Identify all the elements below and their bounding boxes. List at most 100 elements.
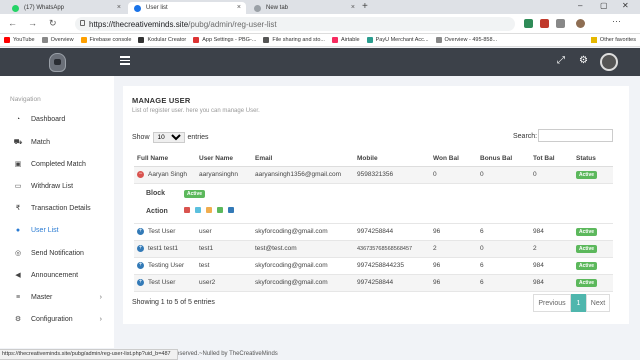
window-close-icon[interactable]: ✕ [622, 1, 629, 10]
tab-whatsapp[interactable]: (17) WhatsApp × [6, 2, 126, 14]
column-header[interactable]: Email [252, 151, 354, 167]
sidebar-item-user-list[interactable]: ● User List [0, 222, 114, 238]
table-row[interactable]: + Testing User test skyforcoding@gmail.co… [134, 257, 613, 275]
block-badge[interactable]: Active [184, 189, 206, 198]
cell-email: skyforcoding@gmail.com [252, 257, 354, 275]
menu-icon: ≡ [15, 293, 21, 301]
bookmark-item[interactable]: Firebase console [80, 37, 131, 43]
cell-won-bal: 96 [430, 274, 477, 292]
page-button-current[interactable]: 1 [571, 294, 586, 312]
url-path: /pubg/admin/reg-user-list [188, 19, 277, 29]
bookmark-item[interactable]: App Settings - PBG-... [193, 37, 256, 43]
edit-icon[interactable] [195, 206, 201, 213]
wallet-icon[interactable] [206, 206, 212, 213]
close-icon[interactable]: × [117, 4, 121, 11]
cell-email: aaryansingh1356@gmail.com [252, 166, 354, 184]
expand-icon[interactable]: + [137, 227, 144, 235]
sidebar-item-announcement[interactable]: ◀ Announcement [0, 267, 114, 283]
column-header[interactable]: User Name [196, 151, 252, 167]
cell-status: Active [573, 240, 613, 258]
bookmark-item[interactable]: PayU Merchant Acc... [366, 37, 429, 43]
extension-icon[interactable] [556, 19, 565, 28]
expand-icon[interactable]: + [137, 244, 144, 252]
avatar[interactable] [600, 53, 618, 71]
sidebar-item-match[interactable]: ⛟ Match [0, 134, 114, 150]
fullscreen-icon[interactable]: ⤢ [557, 55, 565, 66]
chart-icon [41, 37, 48, 43]
url-input[interactable]: https://thecreativeminds.site/pubg/admin… [75, 17, 515, 31]
cell-won-bal: 2 [430, 240, 477, 258]
sidebar-item-label: Announcement [31, 271, 79, 279]
table-row[interactable]: + Test User user2 skyforcoding@gmail.com … [134, 274, 613, 292]
gear-icon: ⚙ [14, 316, 22, 323]
hamburger-icon[interactable] [120, 56, 130, 65]
expand-icon[interactable]: + [137, 261, 144, 269]
bookmark-item[interactable]: File sharing and sto... [263, 37, 325, 43]
delete-icon[interactable] [184, 206, 190, 213]
cell-tot-bal: 984 [530, 257, 573, 275]
cell-status: Active [573, 274, 613, 292]
app-header [0, 48, 640, 76]
table-row[interactable]: + Test User user skyforcoding@gmail.com 9… [134, 223, 613, 241]
sidebar-item-master[interactable]: ≡ Master › [0, 289, 114, 305]
sidebar-item-label: Transaction Details [31, 204, 91, 212]
column-header[interactable]: Status [573, 151, 613, 167]
other-favorites[interactable]: Other favorites [590, 37, 636, 43]
forward-icon[interactable]: → [28, 18, 37, 28]
bookmark-item[interactable]: Airtable [331, 37, 360, 43]
tab-title: (17) WhatsApp [24, 5, 65, 11]
table-row[interactable]: + test1 test1 test1 test@test.com 4367357… [134, 240, 613, 258]
gear-icon[interactable]: ⚙ [579, 55, 588, 66]
maximize-icon[interactable]: ▢ [600, 1, 608, 10]
sidebar-item-transaction-details[interactable]: ₹ Transaction Details [0, 200, 114, 216]
bookmark-item[interactable]: Kodular Creator [138, 37, 186, 43]
bookmarks-bar: YouTube Overview Firebase console Kodula… [0, 34, 640, 47]
sidebar-item-send-notification[interactable]: ◎ Send Notification [0, 245, 114, 261]
tab-user-list[interactable]: User list × [128, 2, 246, 14]
cell-full-name: + Test User [134, 223, 196, 241]
tab-new-tab[interactable]: New tab × [248, 2, 360, 14]
column-header[interactable]: Tot Bal [530, 151, 573, 167]
entries-select[interactable]: 10 [152, 132, 185, 143]
column-header[interactable]: Bonus Bal [477, 151, 530, 167]
sidebar-item-withdraw-list[interactable]: ▭ Withdraw List [0, 178, 114, 194]
new-tab-icon[interactable]: + [362, 1, 368, 12]
cell-full-name: + Test User [134, 274, 196, 292]
table-row[interactable]: − Aaryan Singh aaryansinghn aaryansingh13… [134, 166, 613, 184]
back-icon[interactable]: ← [8, 18, 17, 28]
full-name: Test User [148, 279, 176, 287]
sidebar-item-configuration[interactable]: ⚙ Configuration › [0, 311, 114, 327]
collapse-icon[interactable]: − [137, 170, 144, 178]
close-icon[interactable]: × [237, 4, 241, 11]
profile-avatar[interactable] [576, 19, 585, 28]
status-badge: Active [576, 227, 598, 236]
previous-button[interactable]: Previous [533, 294, 571, 312]
extension-icon[interactable] [540, 19, 549, 28]
nav-title: Navigation [10, 96, 41, 103]
more-menu-icon[interactable]: ⋯ [612, 16, 621, 27]
reload-icon[interactable]: ↻ [49, 18, 57, 29]
logo [49, 53, 66, 72]
sidebar-item-completed-match[interactable]: ▣ Completed Match [0, 156, 114, 172]
expand-icon[interactable]: + [137, 278, 144, 286]
bookmark-label: File sharing and sto... [272, 37, 325, 43]
next-button[interactable]: Next [586, 294, 610, 312]
cell-user-name: aaryansinghn [196, 166, 252, 184]
chart-icon[interactable] [217, 206, 223, 213]
column-header[interactable]: Won Bal [430, 151, 477, 167]
extension-icon[interactable] [524, 19, 533, 28]
bookmark-item[interactable]: Overview - 495-858... [435, 37, 497, 43]
bookmark-item[interactable]: Overview [41, 37, 74, 43]
list-icon[interactable] [228, 206, 234, 213]
sidebar-item-dashboard[interactable]: ◔ Dashboard [0, 111, 114, 127]
cell-tot-bal: 984 [530, 223, 573, 241]
minimize-icon[interactable]: – [578, 1, 582, 10]
bookmark-label: Kodular Creator [147, 37, 187, 43]
megaphone-icon: ◀ [15, 272, 21, 279]
bookmark-item[interactable]: YouTube [4, 37, 35, 43]
cell-tot-bal: 2 [530, 240, 573, 258]
close-icon[interactable]: × [351, 4, 355, 11]
column-header[interactable]: Mobile [354, 151, 430, 167]
column-header[interactable]: Full Name [134, 151, 196, 167]
search-input[interactable] [538, 129, 613, 142]
